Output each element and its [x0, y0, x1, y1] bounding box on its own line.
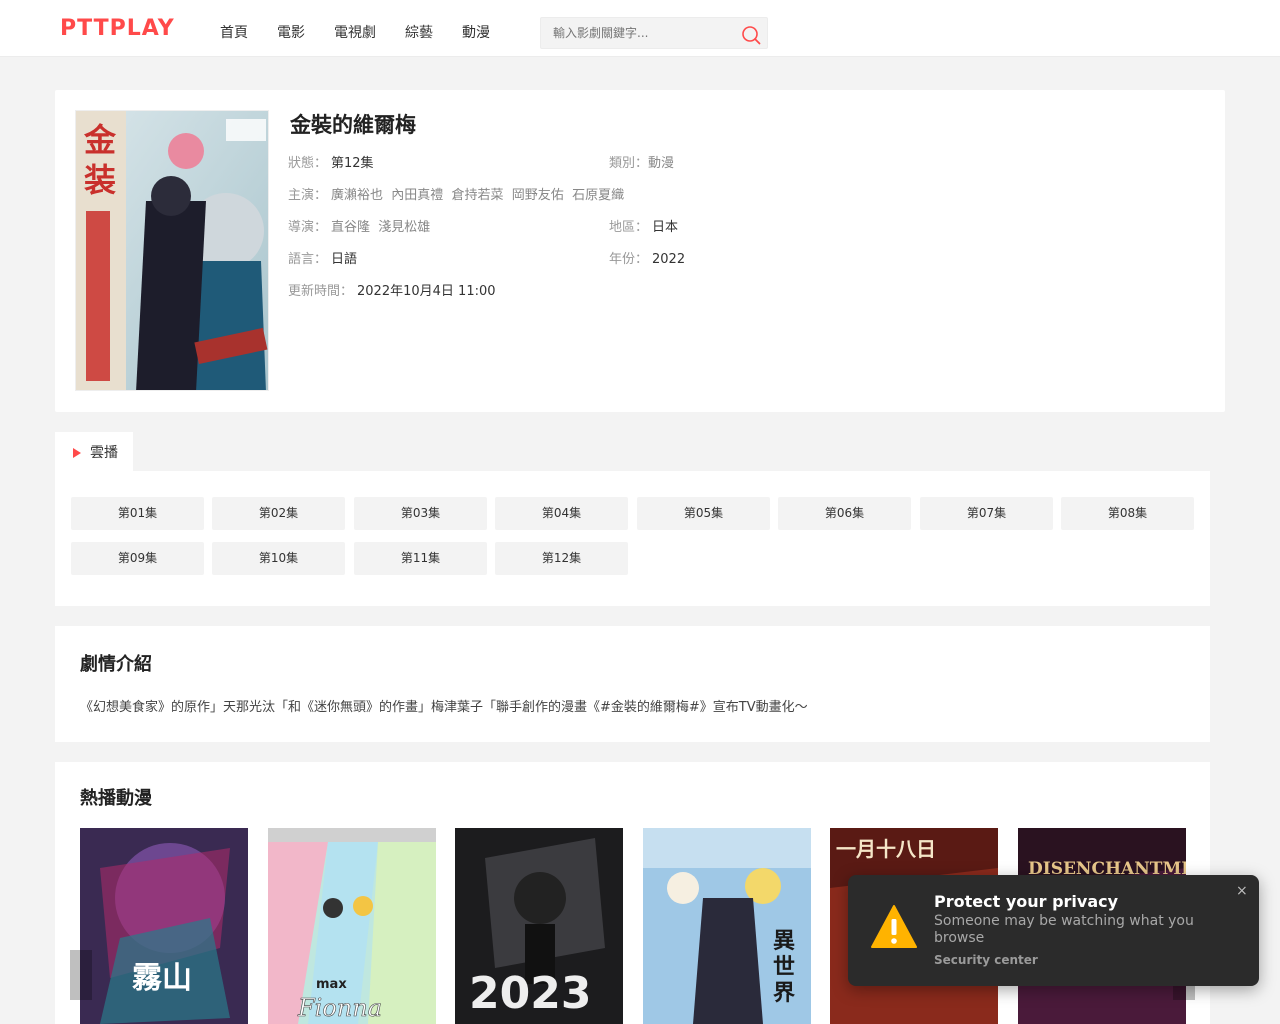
nav-variety[interactable]: 綜藝 [405, 22, 433, 42]
cast-row: 主演： 廣瀨裕也 內田真禮 倉持若菜 岡野友佑 石原夏織 [288, 184, 624, 203]
episode-button[interactable]: 第06集 [778, 497, 911, 530]
cast-value[interactable]: 廣瀨裕也 內田真禮 倉持若菜 岡野友佑 石原夏織 [331, 188, 624, 203]
nav-home[interactable]: 首頁 [220, 22, 248, 42]
anime-thumbnail[interactable]: max Fionna [268, 828, 436, 1024]
year-row: 年份： 2022 [609, 248, 685, 267]
synopsis-panel: 劇情介紹 《幻想美食家》的原作」天那光汰「和《迷你無頭》的作畫」梅津葉子「聯手創… [55, 626, 1210, 742]
episode-button[interactable]: 第10集 [212, 542, 345, 575]
language-value: 日語 [331, 252, 358, 267]
episode-button[interactable]: 第05集 [637, 497, 770, 530]
episode-button[interactable]: 第04集 [495, 497, 628, 530]
page-title: 金裝的維爾梅 [290, 113, 416, 137]
updated-row: 更新時間： 2022年10月4日 11:00 [288, 280, 496, 299]
anime-thumbnail[interactable]: 霧山 [80, 828, 248, 1024]
detail-card: 金 装 金裝的維爾梅 狀態： 第12集 類別：動漫 主演： 廣瀨裕也 內田真禮 倉持… [55, 90, 1225, 412]
carousel-prev-button[interactable] [70, 950, 92, 1000]
status-label: 狀態： [288, 156, 328, 171]
language-row: 語言： 日語 [288, 248, 357, 267]
synopsis-text: 《幻想美食家》的原作」天那光汰「和《迷你無頭》的作畫」梅津葉子「聯手創作的漫畫《… [80, 700, 808, 715]
episode-button[interactable]: 第01集 [71, 497, 204, 530]
language-label: 語言： [288, 252, 328, 267]
updated-label: 更新時間： [288, 284, 354, 299]
notification-source: Security center [934, 953, 1038, 967]
nav-movies[interactable]: 電影 [277, 22, 305, 42]
episode-button[interactable]: 第03集 [354, 497, 487, 530]
search-icon[interactable] [741, 25, 761, 45]
episode-button[interactable]: 第12集 [495, 542, 628, 575]
director-label: 導演： [288, 220, 328, 235]
svg-text:霧山: 霧山 [132, 961, 192, 996]
tab-label: 雲播 [90, 445, 118, 461]
region-row: 地區： 日本 [609, 216, 678, 235]
site-header: PTTPLAY 首頁 電影 電視劇 綜藝 動漫 [0, 0, 1280, 57]
svg-text:界: 界 [773, 980, 795, 1006]
synopsis-title: 劇情介紹 [80, 654, 152, 675]
svg-text:max: max [316, 977, 347, 992]
episode-button[interactable]: 第11集 [354, 542, 487, 575]
poster-image: 金 装 [75, 110, 269, 391]
region-value: 日本 [652, 220, 679, 235]
hot-anime-title: 熱播動漫 [80, 788, 152, 809]
year-label: 年份： [609, 252, 649, 267]
episode-button[interactable]: 第07集 [920, 497, 1053, 530]
nav-anime[interactable]: 動漫 [462, 22, 490, 42]
tab-cloud-play[interactable]: 雲播 [55, 432, 133, 472]
search-box [540, 17, 768, 49]
region-label: 地區： [609, 220, 649, 235]
svg-text:金: 金 [83, 121, 117, 159]
director-value[interactable]: 直谷隆 淺見松雄 [331, 220, 430, 235]
episode-button[interactable]: 第09集 [71, 542, 204, 575]
status-row: 狀態： 第12集 [288, 152, 374, 171]
svg-text:装: 装 [84, 161, 116, 199]
svg-text:Fionna: Fionna [297, 994, 382, 1022]
nav-tv[interactable]: 電視劇 [334, 22, 376, 42]
main-nav: 首頁 電影 電視劇 綜藝 動漫 [220, 22, 519, 42]
episode-list: 第01集 第02集 第03集 第04集 第05集 第06集 第07集 第08集 … [55, 471, 1210, 606]
svg-text:世: 世 [773, 954, 795, 980]
svg-text:一月十八日: 一月十八日 [836, 837, 936, 861]
status-value: 第12集 [331, 156, 374, 171]
play-icon [73, 448, 81, 458]
category-row: 類別：動漫 [609, 152, 674, 171]
updated-value: 2022年10月4日 11:00 [357, 284, 496, 299]
notification-title: Protect your privacy [934, 892, 1119, 911]
close-icon[interactable]: × [1236, 883, 1248, 899]
site-logo[interactable]: PTTPLAY [60, 16, 175, 41]
category-label: 類別： [609, 156, 649, 171]
notification-body: Someone may be watching what you browse [934, 913, 1194, 946]
anime-thumbnail[interactable]: 異 世 界 [643, 828, 811, 1024]
svg-text:2023: 2023 [469, 968, 591, 1019]
search-input[interactable] [541, 18, 731, 48]
svg-text:異: 異 [773, 928, 795, 954]
anime-thumbnail[interactable]: 2023 [455, 828, 623, 1024]
episode-button[interactable]: 第02集 [212, 497, 345, 530]
category-value[interactable]: 動漫 [648, 156, 674, 171]
privacy-notification: Protect your privacy Someone may be watc… [848, 875, 1259, 986]
warning-icon [871, 905, 917, 948]
episode-button[interactable]: 第08集 [1061, 497, 1194, 530]
cast-label: 主演： [288, 188, 328, 203]
year-value: 2022 [652, 252, 686, 267]
director-row: 導演： 直谷隆 淺見松雄 [288, 216, 430, 235]
